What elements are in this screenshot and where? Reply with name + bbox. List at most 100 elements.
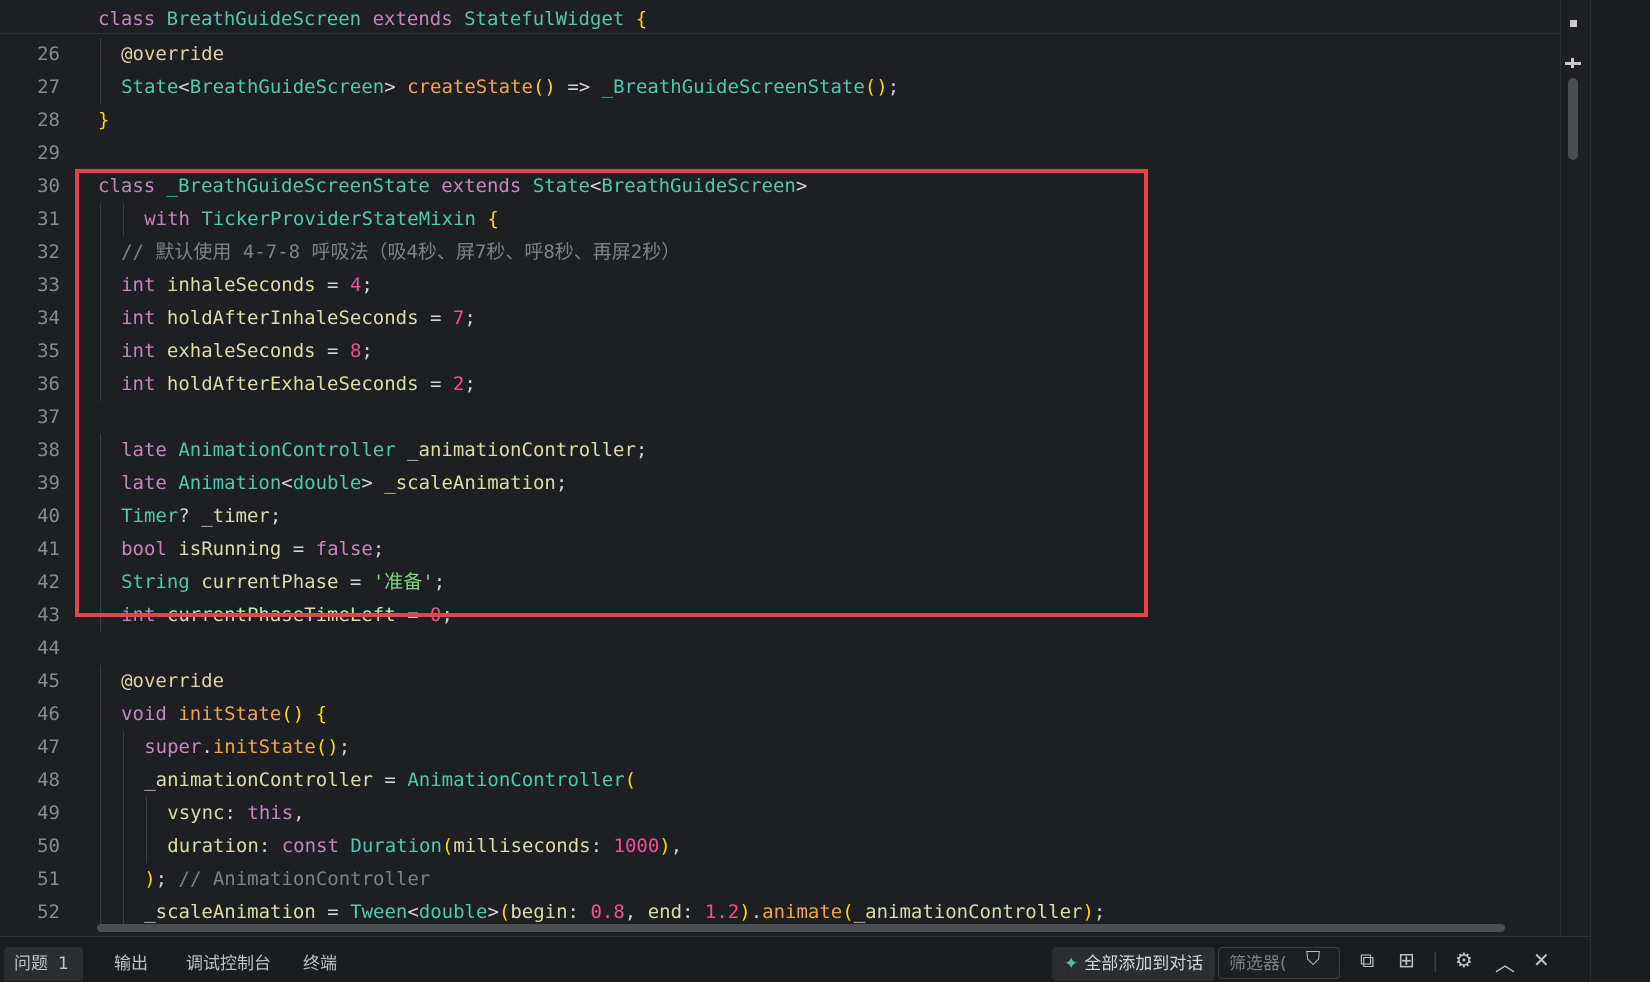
line-number: 48 (37, 769, 60, 791)
line-number: 28 (37, 109, 60, 131)
code-text: int exhaleSeconds = 8; (121, 340, 373, 362)
indent-guide (100, 830, 101, 863)
code-text: vsync: this, (167, 802, 305, 824)
filter-placeholder: 筛选器( (1229, 954, 1287, 974)
code-line[interactable]: 40 Timer? _timer; (0, 500, 1560, 533)
indent-guide (100, 566, 101, 599)
indent-guide (123, 797, 125, 830)
line-number: 34 (37, 307, 60, 329)
line-number: 32 (37, 241, 60, 263)
tab-problems[interactable]: 问题 1 (4, 947, 83, 981)
code-line[interactable]: 34 int holdAfterInhaleSeconds = 7; (0, 302, 1560, 335)
code-editor[interactable]: class BreathGuideScreen extends Stateful… (0, 0, 1565, 936)
code-text: Timer? _timer; (121, 505, 282, 527)
indent-guide (100, 599, 101, 632)
layout-icon[interactable]: ⊞ (1398, 948, 1415, 972)
code-line[interactable]: 43 int currentPhaseTimeLeft = 0; (0, 599, 1560, 632)
indent-guide (100, 368, 101, 401)
tab-output[interactable]: 输出 (104, 947, 158, 981)
code-line[interactable]: 38 late AnimationController _animationCon… (0, 434, 1560, 467)
close-icon[interactable]: ✕ (1533, 948, 1550, 972)
filter-icon[interactable]: ⛉ (1306, 948, 1320, 970)
sparkle-icon: ✦ (1064, 954, 1079, 974)
code-text: int holdAfterInhaleSeconds = 7; (121, 307, 476, 329)
indent-guide (146, 830, 148, 863)
chevron-up-icon[interactable]: ︿ (1495, 948, 1515, 977)
indent-guide (123, 764, 125, 797)
code-line[interactable]: 31 with TickerProviderStateMixin { (0, 203, 1560, 236)
code-text: State<BreathGuideScreen> createState() =… (121, 76, 900, 98)
line-number: 27 (37, 76, 60, 98)
line-number: 45 (37, 670, 60, 692)
bottom-panel: 问题 1 输出 调试控制台 终端 ✦ 全部添加到对话 筛选器( ⛉ ⧉ ⊞ | ⚙ … (0, 936, 1590, 982)
code-line[interactable]: 26 @override (0, 38, 1560, 71)
line-number: 38 (37, 439, 60, 461)
copy-icon[interactable]: ⧉ (1360, 948, 1374, 972)
code-text: String currentPhase = '准备'; (121, 571, 446, 593)
code-line[interactable]: 27 State<BreathGuideScreen> createState()… (0, 71, 1560, 104)
line-number: 40 (37, 505, 60, 527)
line-number: 36 (37, 373, 60, 395)
indent-guide (100, 302, 101, 335)
indent-guide (100, 434, 101, 467)
indent-guide (100, 236, 101, 269)
tab-problems-label: 问题 (14, 954, 48, 974)
code-line[interactable]: 35 int exhaleSeconds = 8; (0, 335, 1560, 368)
code-line[interactable]: 42 String currentPhase = '准备'; (0, 566, 1560, 599)
indent-guide (100, 698, 101, 731)
code-line[interactable]: 51); // AnimationController (0, 863, 1560, 896)
code-line[interactable]: 36 int holdAfterExhaleSeconds = 2; (0, 368, 1560, 401)
line-number: 29 (37, 142, 60, 164)
indent-guide (123, 830, 125, 863)
code-line[interactable]: 41 bool isRunning = false; (0, 533, 1560, 566)
code-text: int currentPhaseTimeLeft = 0; (121, 604, 453, 626)
code-line[interactable]: 37 (0, 401, 1560, 434)
sticky-scroll-header[interactable]: class BreathGuideScreen extends Stateful… (0, 0, 1560, 34)
indent-guide (100, 764, 101, 797)
indent-guide (100, 731, 101, 764)
indent-guide (100, 38, 101, 71)
code-line[interactable]: 39 late Animation<double> _scaleAnimation… (0, 467, 1560, 500)
code-line[interactable]: 49 vsync: this, (0, 797, 1560, 830)
code-text: int inhaleSeconds = 4; (121, 274, 373, 296)
indent-guide (100, 203, 101, 236)
line-number: 42 (37, 571, 60, 593)
settings-icon[interactable]: ⚙ (1455, 948, 1473, 972)
horizontal-scroll-thumb[interactable] (97, 924, 1505, 932)
tab-terminal[interactable]: 终端 (293, 947, 347, 981)
code-line[interactable]: 44 (0, 632, 1560, 665)
line-number: 43 (37, 604, 60, 626)
indent-guide (100, 797, 101, 830)
code-text: late Animation<double> _scaleAnimation; (121, 472, 568, 494)
line-number: 39 (37, 472, 60, 494)
code-text: void initState() { (121, 703, 328, 725)
line-number: 44 (37, 637, 60, 659)
line-number: 35 (37, 340, 60, 362)
code-line[interactable]: 29 (0, 137, 1560, 170)
filter-input[interactable]: 筛选器( (1218, 947, 1340, 979)
code-line[interactable]: 47 super.initState(); (0, 731, 1560, 764)
code-line[interactable]: 46 void initState() { (0, 698, 1560, 731)
minimap-marker (1570, 20, 1577, 27)
line-number: 52 (37, 901, 60, 923)
tab-debug-console[interactable]: 调试控制台 (176, 947, 281, 981)
code-text: @override (121, 670, 225, 692)
indent-guide (100, 269, 101, 302)
code-line[interactable]: 50 duration: const Duration(milliseconds:… (0, 830, 1560, 863)
add-all-to-chat-button[interactable]: ✦ 全部添加到对话 (1052, 947, 1216, 981)
code-line[interactable]: 32 // 默认使用 4-7-8 呼吸法（吸4秒、屏7秒、呼8秒、再屏2秒） (0, 236, 1560, 269)
code-line[interactable]: 33 int inhaleSeconds = 4; (0, 269, 1560, 302)
line-number: 26 (37, 43, 60, 65)
line-number: 37 (37, 406, 60, 428)
code-text: _animationController = AnimationControll… (144, 769, 637, 791)
vertical-scroll-thumb[interactable] (1568, 78, 1578, 160)
code-text: class _BreathGuideScreenState extends St… (98, 175, 808, 197)
code-line[interactable]: 45 @override (0, 665, 1560, 698)
line-number: 46 (37, 703, 60, 725)
code-line[interactable]: 28} (0, 104, 1560, 137)
indent-guide (100, 863, 101, 896)
line-number: 41 (37, 538, 60, 560)
code-line[interactable]: 30 class _BreathGuideScreenState extends … (0, 170, 1560, 203)
code-line[interactable]: 48 _animationController = AnimationContro… (0, 764, 1560, 797)
code-text: with TickerProviderStateMixin { (144, 208, 499, 230)
